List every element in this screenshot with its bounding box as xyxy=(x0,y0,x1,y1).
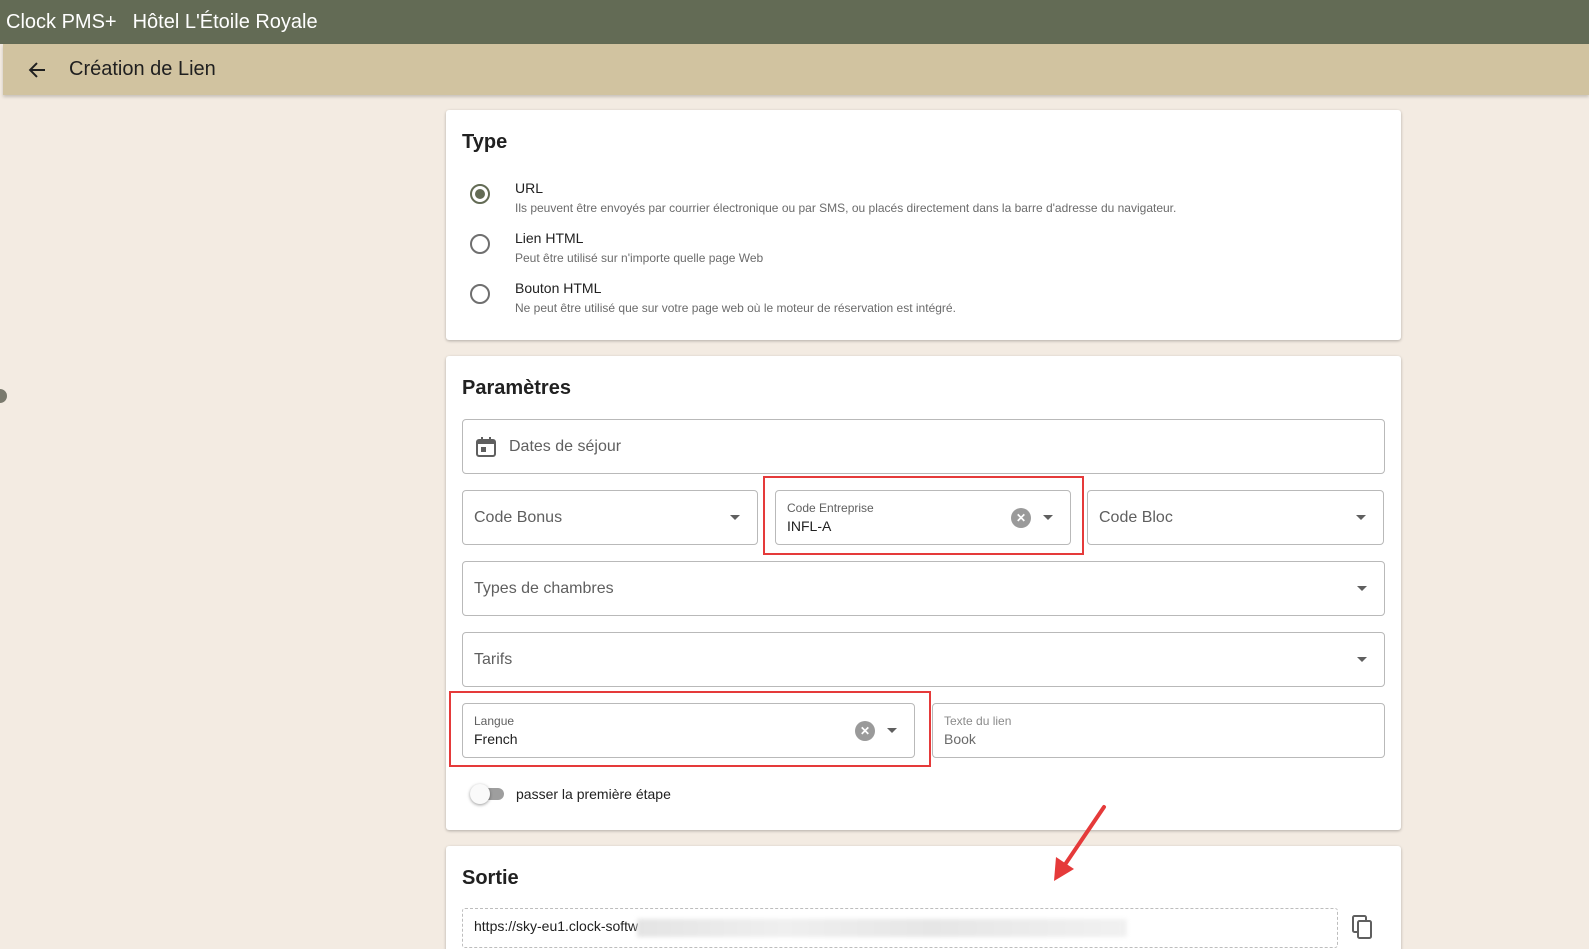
clear-icon[interactable]: ✕ xyxy=(1011,508,1031,528)
type-option-url[interactable]: URL Ils peuvent être envoyés par courrie… xyxy=(470,180,1176,215)
radio-html-button[interactable] xyxy=(470,284,490,304)
skip-first-step-toggle[interactable] xyxy=(470,784,504,804)
stay-dates-field[interactable]: Dates de séjour xyxy=(462,419,1385,474)
type-heading: Type xyxy=(462,131,508,153)
clear-icon[interactable]: ✕ xyxy=(855,721,875,741)
output-url: https://sky-eu1.clock-softw xyxy=(474,918,639,934)
params-heading: Paramètres xyxy=(462,377,571,399)
page-title: Création de Lien xyxy=(69,58,216,80)
stay-dates-placeholder: Dates de séjour xyxy=(509,438,622,455)
copy-icon[interactable] xyxy=(1352,915,1374,944)
skip-first-step-label: passer la première étape xyxy=(516,786,671,802)
chevron-down-icon xyxy=(1357,657,1367,662)
type-option-html-button[interactable]: Bouton HTML Ne peut être utilisé que sur… xyxy=(470,280,956,315)
type-option-description: Peut être utilisé sur n'importe quelle p… xyxy=(515,251,764,265)
app-name: Clock PMS+ xyxy=(6,10,117,33)
room-types-placeholder: Types de chambres xyxy=(474,580,614,597)
output-card: Sortie https://sky-eu1.clock-softw xyxy=(446,846,1401,949)
calendar-icon xyxy=(476,437,496,457)
langue-select[interactable]: Langue French ✕ xyxy=(462,703,915,758)
type-card: Type URL Ils peuvent être envoyés par co… xyxy=(446,110,1401,340)
params-card: Paramètres Dates de séjour Code Bonus Co… xyxy=(446,356,1401,830)
tarifs-select[interactable]: Tarifs xyxy=(462,632,1385,687)
code-bloc-select[interactable]: Code Bloc xyxy=(1087,490,1384,545)
chevron-down-icon xyxy=(1043,515,1053,520)
link-text-value: Book xyxy=(944,731,976,747)
page-toolbar: Création de Lien xyxy=(3,44,1589,95)
chevron-down-icon xyxy=(887,728,897,733)
link-text-input[interactable]: Texte du lien Book xyxy=(932,703,1385,758)
skip-first-step-row: passer la première étape xyxy=(470,784,671,804)
code-entreprise-select[interactable]: Code Entreprise INFL-A ✕ xyxy=(775,490,1071,545)
type-option-html-link[interactable]: Lien HTML Peut être utilisé sur n'import… xyxy=(470,230,763,265)
type-option-label: Bouton HTML xyxy=(515,280,602,296)
code-entreprise-value: INFL-A xyxy=(787,518,832,534)
chevron-down-icon xyxy=(1356,515,1366,520)
output-url-box[interactable]: https://sky-eu1.clock-softw xyxy=(462,908,1338,948)
tarifs-placeholder: Tarifs xyxy=(474,651,513,668)
radio-html-link[interactable] xyxy=(470,234,490,254)
code-bonus-select[interactable]: Code Bonus xyxy=(462,490,758,545)
type-option-label: URL xyxy=(515,180,544,196)
code-entreprise-label: Code Entreprise xyxy=(787,501,874,515)
code-bloc-placeholder: Code Bloc xyxy=(1099,509,1173,526)
code-bonus-placeholder: Code Bonus xyxy=(474,509,563,526)
sidebar-toggle-handle[interactable] xyxy=(0,387,9,405)
arrow-left-icon[interactable] xyxy=(23,56,51,84)
type-option-description: Ne peut être utilisé que sur votre page … xyxy=(515,301,956,315)
room-types-select[interactable]: Types de chambres xyxy=(462,561,1385,616)
app-header: Clock PMS+ Hôtel L'Étoile Royale xyxy=(0,0,1589,44)
redacted-url-mask xyxy=(637,919,1127,937)
type-option-label: Lien HTML xyxy=(515,230,584,246)
langue-value: French xyxy=(474,731,518,747)
output-heading: Sortie xyxy=(462,867,519,889)
radio-url[interactable] xyxy=(470,184,490,204)
chevron-down-icon xyxy=(1357,586,1367,591)
link-text-label: Texte du lien xyxy=(944,714,1012,728)
langue-label: Langue xyxy=(474,714,515,728)
chevron-down-icon xyxy=(730,515,740,520)
type-option-description: Ils peuvent être envoyés par courrier él… xyxy=(515,201,1177,215)
hotel-name: Hôtel L'Étoile Royale xyxy=(132,10,318,33)
